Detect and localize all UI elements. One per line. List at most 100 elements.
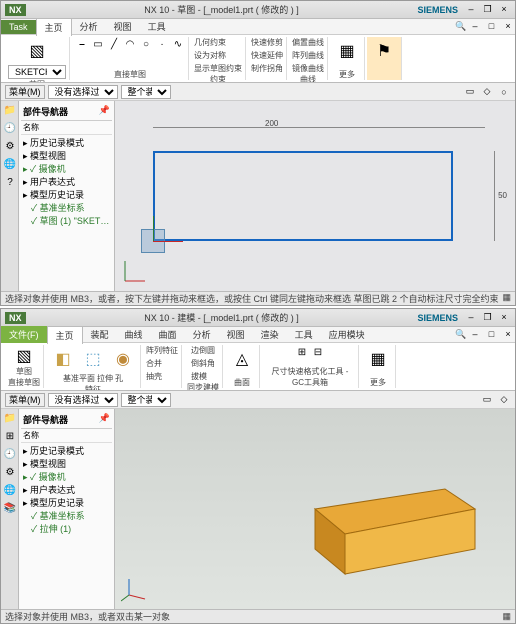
scope-select[interactable]: 整个装配 xyxy=(121,85,171,99)
restore-button[interactable]: ❐ xyxy=(480,312,494,324)
sketch-rectangle[interactable] xyxy=(153,151,453,241)
doc-restore-button[interactable]: □ xyxy=(484,21,498,33)
mirror-curve-button[interactable]: 镜像曲线 xyxy=(292,63,324,74)
tab-home[interactable]: 主页 xyxy=(36,18,72,36)
view-tool-icon[interactable]: ○ xyxy=(497,85,511,99)
pin-icon[interactable]: 📌 xyxy=(99,105,110,118)
graphics-canvas[interactable]: 200 50 xyxy=(115,101,515,291)
tab-application[interactable]: 应用模块 xyxy=(321,326,373,343)
filter-select[interactable]: 没有选择过滤器 xyxy=(48,85,118,99)
geom-constraint-button[interactable]: 几何约束 xyxy=(194,37,226,48)
quick-extend-button[interactable]: 快速延伸 xyxy=(251,50,283,61)
reuse-icon[interactable]: 📚 xyxy=(3,503,17,517)
menu-button[interactable]: 菜单(M) xyxy=(5,393,45,407)
tab-tools[interactable]: 工具 xyxy=(287,326,321,343)
filter-select[interactable]: 没有选择过滤器 xyxy=(48,393,118,407)
more-icon[interactable]: ▦ xyxy=(364,345,392,373)
tree-node[interactable]: ▸ 历史记录模式 xyxy=(23,445,110,458)
draft-button[interactable]: 拔模 xyxy=(191,371,207,382)
navigator-icon[interactable]: 📁 xyxy=(3,413,17,427)
more-icon[interactable]: ▦ xyxy=(333,37,361,65)
navigator-icon[interactable]: 📁 xyxy=(3,105,17,119)
sketch-select[interactable]: SKETCH_000 xyxy=(8,65,66,79)
tree-node[interactable]: ▸ ✓ 摄像机 xyxy=(23,163,110,176)
spline-icon[interactable]: ∿ xyxy=(171,37,185,51)
tree-node[interactable]: ▸ 模型视图 xyxy=(23,150,110,163)
edge-blend-button[interactable]: 边倒圆 xyxy=(191,345,215,356)
pattern-feature-button[interactable]: 阵列特征 xyxy=(146,345,178,356)
tab-render[interactable]: 渲染 xyxy=(253,326,287,343)
tree-node[interactable]: ▸ 历史记录模式 xyxy=(23,137,110,150)
view-tool-icon[interactable]: ◇ xyxy=(497,393,511,407)
gc-tool-icon[interactable]: ⊟ xyxy=(311,345,325,359)
tree-node[interactable]: ▸ 用户表达式 xyxy=(23,484,110,497)
minimize-button[interactable]: – xyxy=(464,4,478,16)
graphics-canvas[interactable] xyxy=(115,409,515,609)
restore-button[interactable]: ❐ xyxy=(480,4,494,16)
pin-icon[interactable]: 📌 xyxy=(99,413,110,426)
tree-node[interactable]: ✓ 草图 (1) "SKETCH_... xyxy=(23,215,110,228)
task-button[interactable]: Task xyxy=(1,20,36,34)
tab-curve[interactable]: 曲线 xyxy=(117,326,151,343)
minimize-button[interactable]: – xyxy=(464,312,478,324)
view-tool-icon[interactable]: ▭ xyxy=(463,85,477,99)
doc-minimize-button[interactable]: – xyxy=(468,21,482,33)
tab-analysis[interactable]: 分析 xyxy=(72,18,106,35)
gc-tool-icon[interactable]: ⊞ xyxy=(295,345,309,359)
dimension-height[interactable]: 50 xyxy=(498,191,507,200)
view-tool-icon[interactable]: ▭ xyxy=(480,393,494,407)
view-tool-icon[interactable]: ◇ xyxy=(480,85,494,99)
extrude-solid[interactable] xyxy=(295,479,485,579)
make-symmetric-button[interactable]: 设为对称 xyxy=(194,50,226,61)
show-constraint-button[interactable]: 显示草图约束 xyxy=(194,63,242,74)
tree-node[interactable]: ▸ ✓ 摄像机 xyxy=(23,471,110,484)
unite-button[interactable]: 合并 xyxy=(146,358,162,369)
browser-icon[interactable]: 🌐 xyxy=(3,159,17,173)
sketch-icon[interactable]: ▧ xyxy=(10,345,38,366)
roles-icon[interactable]: ⚙ xyxy=(3,467,17,481)
tab-analysis[interactable]: 分析 xyxy=(185,326,219,343)
tree-node[interactable]: ▸ 用户表达式 xyxy=(23,176,110,189)
profile-icon[interactable]: ⎯ xyxy=(75,37,89,51)
tab-surface[interactable]: 曲面 xyxy=(151,326,185,343)
browser-icon[interactable]: 🌐 xyxy=(3,485,17,499)
finish-sketch-icon[interactable]: ⚑ xyxy=(370,37,398,65)
tab-tools[interactable]: 工具 xyxy=(140,18,174,35)
tree[interactable]: ▸ 历史记录模式▸ 模型视图▸ ✓ 摄像机▸ 用户表达式▸ 模型历史记录✓ 基准… xyxy=(21,443,112,538)
menu-button[interactable]: 菜单(M) xyxy=(5,85,45,99)
arc-icon[interactable]: ◠ xyxy=(123,37,137,51)
tab-view[interactable]: 视图 xyxy=(106,18,140,35)
point-icon[interactable]: · xyxy=(155,37,169,51)
shell-button[interactable]: 抽壳 xyxy=(146,371,162,382)
history-icon[interactable]: 🕘 xyxy=(3,123,17,137)
search-icon[interactable]: 🔍 xyxy=(454,328,468,342)
tree-node[interactable]: ✓ 拉伸 (1) xyxy=(23,523,110,536)
help-icon[interactable]: ? xyxy=(3,177,17,191)
roles-icon[interactable]: ⚙ xyxy=(3,141,17,155)
doc-close-button[interactable]: × xyxy=(501,329,515,341)
close-button[interactable]: × xyxy=(497,312,511,324)
make-corner-button[interactable]: 制作拐角 xyxy=(251,63,283,74)
tab-view[interactable]: 视图 xyxy=(219,326,253,343)
hole-icon[interactable]: ◉ xyxy=(109,345,137,373)
tree-node[interactable]: ✓ 基准坐标系 xyxy=(23,510,110,523)
doc-close-button[interactable]: × xyxy=(501,21,515,33)
doc-restore-button[interactable]: □ xyxy=(484,329,498,341)
sketch-icon[interactable]: ▧ xyxy=(23,37,51,65)
offset-curve-button[interactable]: 偏置曲线 xyxy=(292,37,324,48)
tab-assembly[interactable]: 装配 xyxy=(83,326,117,343)
datum-plane-icon[interactable]: ◧ xyxy=(49,345,77,373)
assembly-nav-icon[interactable]: ⊞ xyxy=(3,431,17,445)
tree-node[interactable]: ▸ 模型历史记录 xyxy=(23,497,110,510)
tree-node[interactable]: ▸ 模型视图 xyxy=(23,458,110,471)
search-icon[interactable]: 🔍 xyxy=(454,20,468,34)
surface-icon[interactable]: ◬ xyxy=(228,345,256,373)
quick-trim-button[interactable]: 快速修剪 xyxy=(251,37,283,48)
tree-node[interactable]: ✓ 基准坐标系 xyxy=(23,202,110,215)
doc-minimize-button[interactable]: – xyxy=(468,329,482,341)
history-icon[interactable]: 🕘 xyxy=(3,449,17,463)
extrude-icon[interactable]: ⬚ xyxy=(79,345,107,373)
chamfer-button[interactable]: 倒斜角 xyxy=(191,358,215,369)
circle-icon[interactable]: ○ xyxy=(139,37,153,51)
pattern-curve-button[interactable]: 阵列曲线 xyxy=(292,50,324,61)
